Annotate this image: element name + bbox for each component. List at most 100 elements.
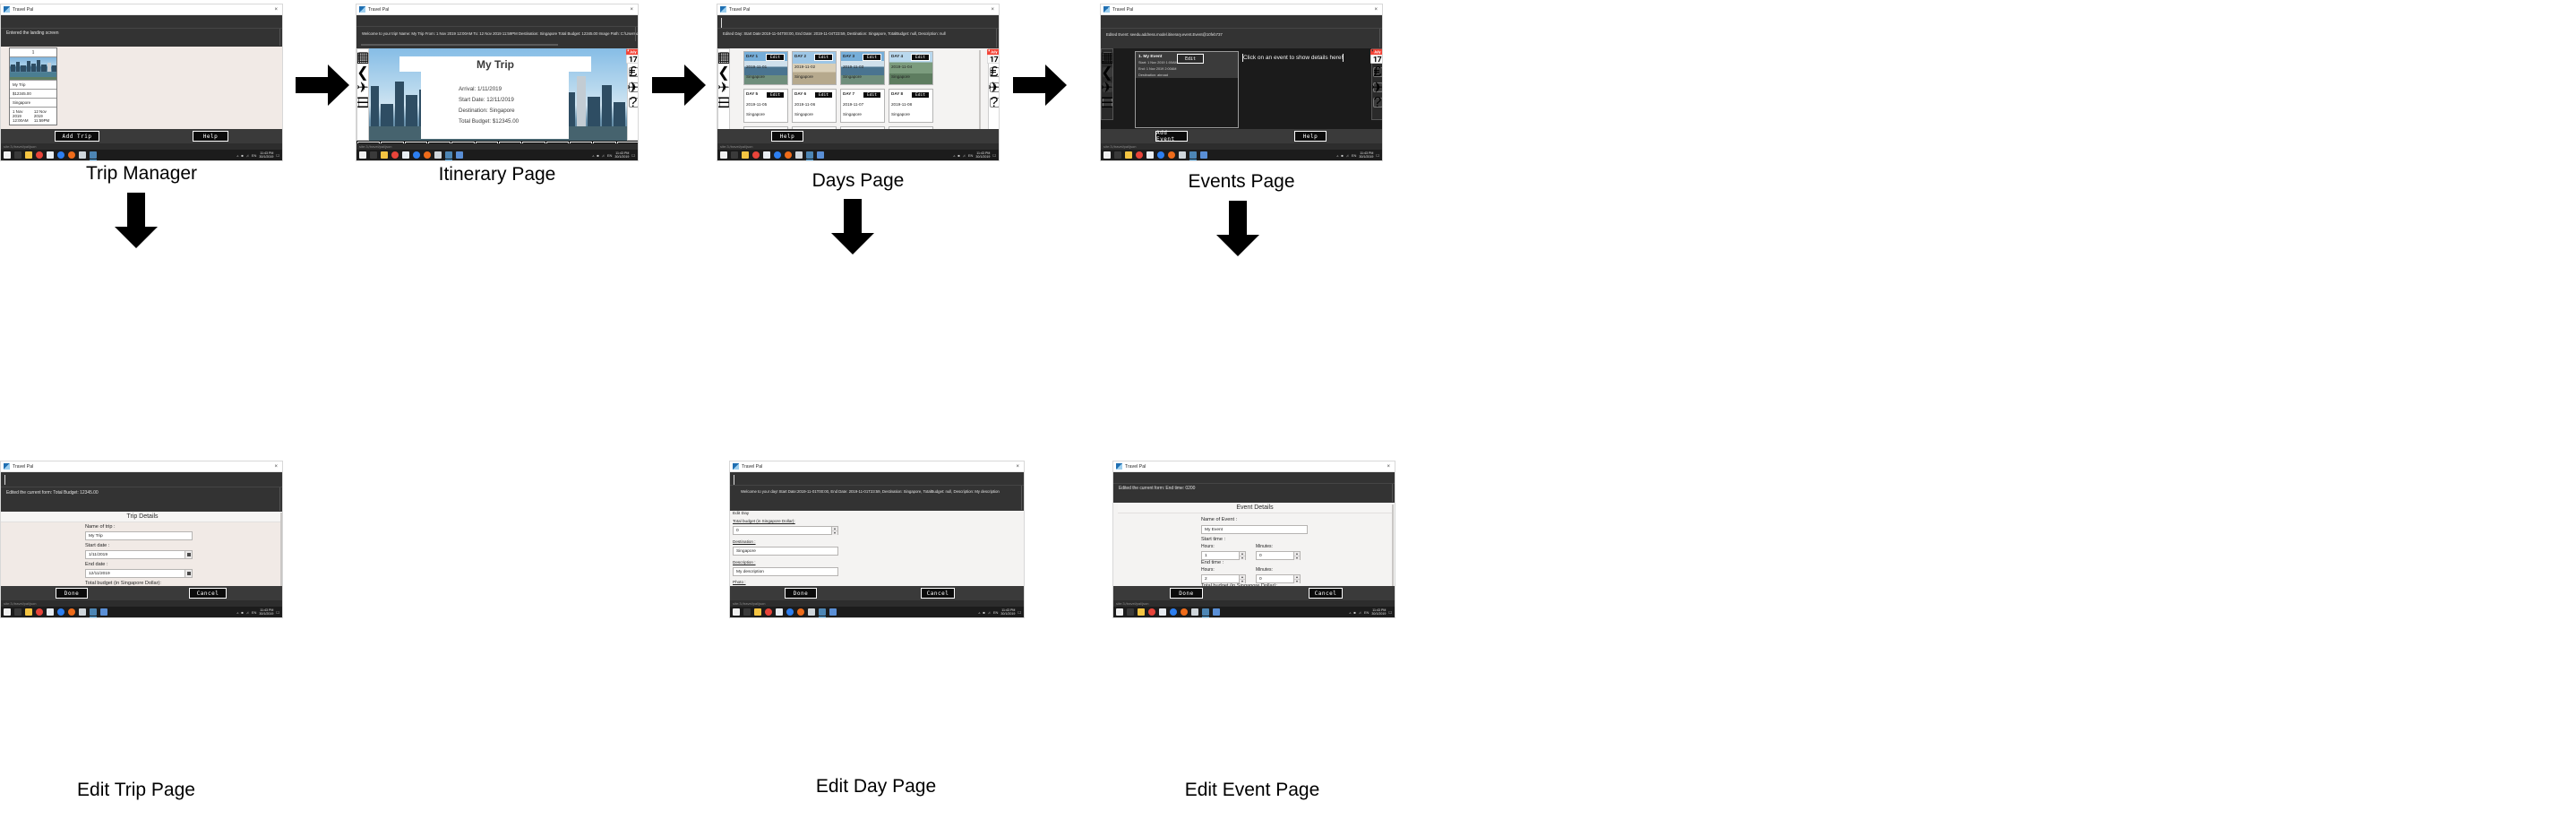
task-view-icon[interactable]	[743, 608, 751, 616]
messenger-icon[interactable]	[1157, 151, 1164, 159]
add-event-button[interactable]: Add Event	[1155, 130, 1188, 142]
day-card-edit-button[interactable]: Edit	[766, 54, 785, 61]
tray-chevron-icon[interactable]: ▵	[592, 153, 594, 158]
budget-icon[interactable]: ₤	[1372, 65, 1382, 80]
cancel-button[interactable]: Cancel	[1309, 588, 1343, 599]
tray-chevron-icon[interactable]: ▵	[1349, 610, 1351, 615]
input-start-date[interactable]: 1/11/2019	[85, 550, 193, 559]
start-icon[interactable]	[733, 608, 740, 616]
tray-chevron-icon[interactable]: ▵	[1336, 153, 1338, 158]
done-button[interactable]: Done	[56, 588, 88, 599]
input-description[interactable]: My description	[733, 567, 838, 576]
vertical-scrollbar[interactable]	[979, 50, 981, 131]
done-button[interactable]: Done	[785, 588, 817, 599]
tray-lang-icon[interactable]: EN	[968, 153, 974, 158]
day-card-edit-button[interactable]: Edit	[814, 91, 833, 99]
chrome-icon[interactable]	[391, 151, 399, 159]
input-destination[interactable]: Singapore	[733, 547, 838, 556]
taskbar-clock[interactable]: 11:43 PM 30/1/2019	[975, 151, 990, 159]
photos-icon[interactable]	[79, 151, 86, 159]
firefox-icon[interactable]	[68, 608, 75, 616]
input-name-of-trip[interactable]: My Trip	[85, 531, 193, 540]
firefox-icon[interactable]	[424, 151, 431, 159]
messenger-icon[interactable]	[774, 151, 781, 159]
file-explorer-icon[interactable]	[25, 151, 32, 159]
taskbar-clock[interactable]: 11:43 PM 30/1/2019	[259, 608, 273, 616]
paint-icon[interactable]	[817, 151, 824, 159]
close-icon[interactable]: ×	[1016, 464, 1021, 470]
tray-volume-icon[interactable]: ♫	[602, 153, 605, 158]
end-minutes-stepper[interactable]: ▲ ▼	[1293, 575, 1300, 583]
notes-icon[interactable]	[1159, 608, 1166, 616]
notes-icon[interactable]	[1146, 151, 1154, 159]
tray-volume-icon[interactable]: ♫	[1359, 610, 1361, 615]
notes-icon[interactable]	[47, 608, 54, 616]
firefox-icon[interactable]	[1168, 151, 1175, 159]
messenger-icon[interactable]	[413, 151, 420, 159]
day-card[interactable]: DAY 3 2019-11-03 Singapore Edit	[840, 51, 885, 85]
tray-network-icon[interactable]: ■	[597, 153, 598, 158]
flight-icon[interactable]: ✈	[988, 81, 999, 96]
tray-network-icon[interactable]: ■	[1353, 610, 1355, 615]
tray-chevron-icon[interactable]: ▵	[236, 610, 238, 615]
airplane-icon[interactable]: ✈	[356, 81, 368, 96]
file-explorer-icon[interactable]	[381, 151, 388, 159]
budget-icon[interactable]: ₤	[628, 65, 638, 80]
travelpal-icon[interactable]	[819, 608, 826, 617]
chrome-icon[interactable]	[1136, 151, 1143, 159]
firefox-icon[interactable]	[1181, 608, 1188, 616]
tray-chevron-icon[interactable]: ▵	[953, 153, 955, 158]
airplane-icon[interactable]: ✈	[717, 81, 729, 96]
day-card-edit-button[interactable]: Edit	[766, 91, 785, 99]
budget-icon[interactable]: ₤	[989, 65, 999, 80]
photos-icon[interactable]	[434, 151, 442, 159]
tray-lang-icon[interactable]: EN	[1364, 610, 1370, 615]
input-name-of-event[interactable]: My Event	[1201, 525, 1308, 534]
day-card[interactable]: DAY 8 2019-11-08 Singapore Edit	[889, 89, 933, 123]
tray-volume-icon[interactable]: ♫	[246, 153, 249, 158]
help-button[interactable]: Help	[193, 131, 228, 142]
tray-network-icon[interactable]: ■	[957, 153, 959, 158]
file-explorer-icon[interactable]	[742, 151, 749, 159]
chrome-icon[interactable]	[752, 151, 760, 159]
paint-icon[interactable]	[1213, 608, 1220, 616]
back-chevron-icon[interactable]: ❮	[717, 65, 729, 81]
notes-icon[interactable]	[402, 151, 409, 159]
cancel-button[interactable]: Cancel	[921, 588, 955, 599]
taskbar-clock[interactable]: 11:43 PM 30/1/2019	[259, 151, 273, 159]
notes-icon[interactable]	[763, 151, 770, 159]
travelpal-icon[interactable]	[806, 151, 813, 160]
end-hours-stepper[interactable]: ▲ ▼	[1239, 575, 1245, 583]
add-trip-button[interactable]: Add Trip	[55, 131, 99, 142]
notifications-icon[interactable]: ☐	[631, 153, 635, 158]
day-card[interactable]: DAY 6 2019-11-06 Singapore Edit	[792, 89, 837, 123]
tray-lang-icon[interactable]: EN	[252, 610, 257, 615]
calendar-picker-icon[interactable]	[185, 551, 192, 558]
close-icon[interactable]: ×	[630, 7, 635, 13]
start-icon[interactable]	[720, 151, 727, 159]
notes-icon[interactable]	[776, 608, 783, 616]
task-view-icon[interactable]	[731, 151, 738, 159]
tray-chevron-icon[interactable]: ▵	[236, 153, 238, 158]
start-icon[interactable]	[4, 608, 11, 616]
firefox-icon[interactable]	[68, 151, 75, 159]
done-button[interactable]: Done	[1170, 588, 1203, 599]
notifications-icon[interactable]: ☐	[276, 153, 279, 158]
trip-card[interactable]: 1 My Trip $12345.00 Singapore 1 Nov 2019…	[9, 47, 57, 125]
tray-volume-icon[interactable]: ♫	[246, 610, 249, 615]
photos-icon[interactable]	[1191, 608, 1198, 616]
cancel-button[interactable]: Cancel	[189, 588, 227, 599]
messenger-icon[interactable]	[1170, 608, 1177, 616]
chrome-icon[interactable]	[1148, 608, 1155, 616]
close-icon[interactable]: ×	[274, 7, 279, 13]
input-end-hours[interactable]: 2 ▲ ▼	[1201, 574, 1246, 583]
messenger-icon[interactable]	[786, 608, 794, 616]
photos-icon[interactable]	[808, 608, 815, 616]
calendar-icon[interactable]: 📅	[1369, 50, 1382, 65]
paint-icon[interactable]	[1200, 151, 1207, 159]
day-card[interactable]: DAY 2 2019-11-02 Singapore Edit	[792, 51, 837, 85]
day-card[interactable]: DAY 4 2019-11-04 Singapore Edit	[889, 51, 933, 85]
file-explorer-icon[interactable]	[25, 608, 32, 616]
taskbar-clock[interactable]: 11:43 PM 30/1/2019	[1359, 151, 1373, 159]
file-explorer-icon[interactable]	[754, 608, 761, 616]
